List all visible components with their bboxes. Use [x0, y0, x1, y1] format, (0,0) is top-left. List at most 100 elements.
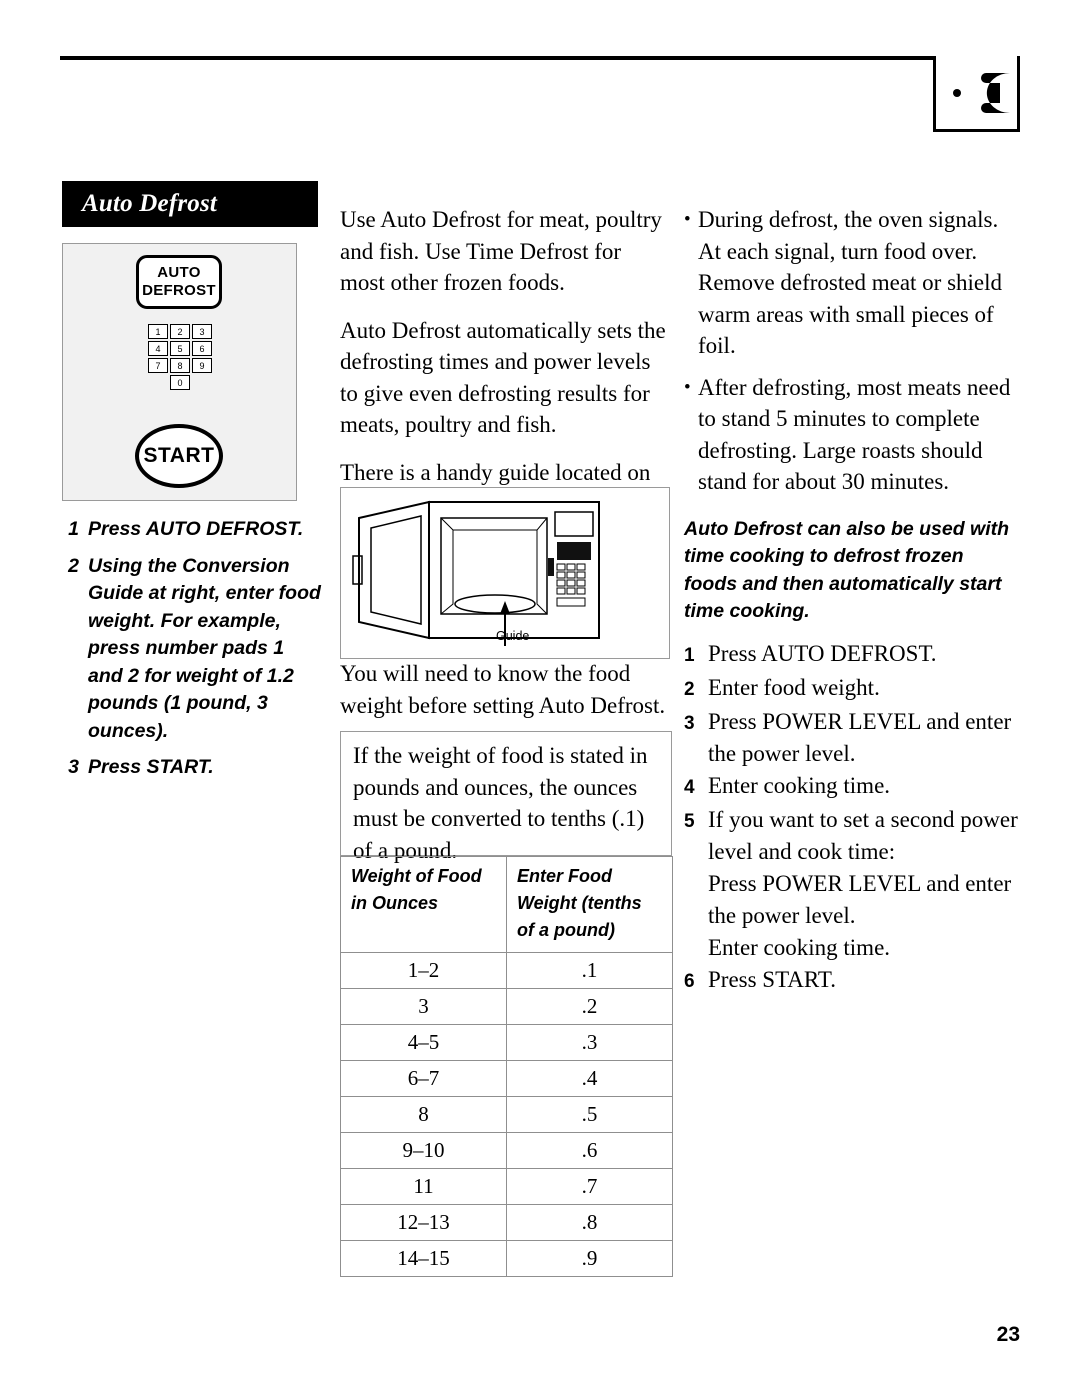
row-0-tenths: .1: [506, 952, 673, 989]
key-3[interactable]: 3: [192, 324, 212, 339]
right-step-5-number: 5: [684, 810, 695, 832]
table-row: 12–13 .8: [340, 1204, 673, 1241]
table-row: 14–15 .9: [340, 1240, 673, 1277]
row-8-ounces: 14–15: [340, 1240, 507, 1277]
row-6-ounces: 11: [340, 1168, 507, 1205]
table-row: 9–10 .6: [340, 1132, 673, 1169]
right-step-4-text: Enter cooking time.: [708, 772, 891, 798]
keypad-row: 7 8 9: [146, 358, 214, 373]
row-0-ounces: 1–2: [340, 952, 507, 989]
header-weight-line2: in Ounces: [351, 893, 439, 913]
conversion-table: Weight of Food in Ounces Enter Food Weig…: [340, 856, 673, 1277]
right-step-2-number: 2: [684, 678, 695, 700]
right-step-5-text: If you want to set a second power level …: [708, 806, 1018, 864]
page-number: 23: [996, 1323, 1020, 1346]
middle-paragraph-2: Auto Defrost automatically sets the defr…: [340, 317, 666, 438]
key-6[interactable]: 6: [192, 341, 212, 356]
right-steps-list: 1 Press AUTO DEFROST. 2 Enter food weigh…: [684, 638, 1024, 998]
left-steps-list: 1 Press AUTO DEFROST. 2 Using the Conver…: [62, 516, 322, 782]
left-step-1-number: 1: [68, 518, 79, 540]
bullet-dot-icon: •: [684, 376, 691, 398]
bullet-dot-icon: •: [684, 209, 691, 230]
right-step-1: 1 Press AUTO DEFROST.: [684, 638, 1024, 672]
right-callout: Auto Defrost can also be used with time …: [684, 517, 1010, 623]
right-step-3: 3 Press POWER LEVEL and enter the power …: [684, 706, 1024, 770]
left-step-3-number: 3: [68, 756, 79, 778]
conversion-intro-box: If the weight of food is stated in pound…: [340, 731, 672, 863]
right-step-4-number: 4: [684, 776, 695, 798]
key-4[interactable]: 4: [148, 341, 168, 356]
right-step-6-number: 6: [684, 970, 695, 992]
middle-paragraph-1: Use Auto Defrost for meat, poultry and f…: [340, 207, 662, 295]
key-1[interactable]: 1: [148, 324, 168, 339]
keypad-row: 4 5 6: [146, 341, 214, 356]
right-step-6: 6 Press START.: [684, 964, 1024, 998]
right-step-2: 2 Enter food weight.: [684, 672, 1024, 706]
section-title-text: Auto Defrost: [82, 190, 218, 217]
table-row: 6–7 .4: [340, 1060, 673, 1097]
right-step-6-text: Press START.: [708, 966, 836, 992]
right-step-4: 4 Enter cooking time.: [684, 770, 1024, 804]
auto-defrost-button-line2: DEFROST: [142, 282, 216, 299]
right-step-1-number: 1: [684, 644, 695, 666]
row-2-tenths: .3: [506, 1024, 673, 1061]
conversion-table-header-weight: Weight of Food in Ounces: [340, 856, 507, 953]
row-4-ounces: 8: [340, 1096, 507, 1133]
right-step-5a: Press POWER LEVEL and enter the power le…: [684, 868, 1024, 932]
key-2[interactable]: 2: [170, 324, 190, 339]
left-step-3-text: Press START.: [88, 756, 214, 778]
header-enter-line1: Enter Food: [517, 866, 612, 886]
key-8[interactable]: 8: [170, 358, 190, 373]
row-4-tenths: .5: [506, 1096, 673, 1133]
right-bullet-2-text: After defrosting, most meats need to sta…: [698, 374, 1011, 495]
auto-defrost-button-line1: AUTO: [157, 264, 201, 281]
key-0[interactable]: 0: [170, 375, 190, 390]
middle-after-figure-text: You will need to know the food weight be…: [340, 661, 666, 718]
key-7[interactable]: 7: [148, 358, 168, 373]
right-step-3-text: Press POWER LEVEL and enter the power le…: [708, 708, 1012, 766]
row-7-ounces: 12–13: [340, 1204, 507, 1241]
table-row: 8 .5: [340, 1096, 673, 1133]
right-bullet-1: • During defrost, the oven signals. At e…: [684, 204, 1024, 362]
row-1-ounces: 3: [340, 988, 507, 1025]
middle-column: Use Auto Defrost for meat, poultry and f…: [340, 204, 670, 536]
row-8-tenths: .9: [506, 1240, 673, 1277]
table-row: 3 .2: [340, 988, 673, 1025]
right-bullet-2: • After defrosting, most meats need to s…: [684, 372, 1024, 498]
row-2-ounces: 4–5: [340, 1024, 507, 1061]
right-step-1-text: Press AUTO DEFROST.: [708, 640, 937, 666]
left-step-2-text: Using the Conversion Guide at right, ent…: [88, 554, 321, 742]
conversion-intro-text: If the weight of food is stated in pound…: [353, 743, 648, 863]
number-keypad[interactable]: 1 2 3 4 5 6 7 8 9 0: [146, 324, 214, 392]
top-rule: [60, 56, 1020, 60]
header-weight-line1: Weight of Food: [351, 866, 482, 886]
section-title: Auto Defrost: [62, 181, 318, 227]
start-button-label: START: [143, 444, 215, 467]
oven-figure-caption: Guide: [496, 629, 530, 643]
keypad-row: 1 2 3: [146, 324, 214, 339]
header-enter-line2: Weight (tenths: [517, 893, 642, 913]
key-9[interactable]: 9: [192, 358, 212, 373]
left-step-3: 3 Press START.: [62, 754, 322, 782]
conversion-table-header-row: Weight of Food in Ounces Enter Food Weig…: [340, 856, 673, 953]
right-step-3-number: 3: [684, 712, 695, 734]
right-step-5b: Enter cooking time.: [684, 932, 1024, 964]
key-5[interactable]: 5: [170, 341, 190, 356]
row-6-tenths: .7: [506, 1168, 673, 1205]
table-row: 11 .7: [340, 1168, 673, 1205]
row-1-tenths: .2: [506, 988, 673, 1025]
right-step-2-text: Enter food weight.: [708, 674, 880, 700]
row-7-tenths: .8: [506, 1204, 673, 1241]
corner-thumb-icon: [948, 62, 1020, 120]
start-button[interactable]: START: [135, 424, 223, 488]
row-5-ounces: 9–10: [340, 1132, 507, 1169]
row-3-tenths: .4: [506, 1060, 673, 1097]
auto-defrost-button[interactable]: AUTO DEFROST: [136, 255, 222, 309]
row-5-tenths: .6: [506, 1132, 673, 1169]
conversion-table-header-enter: Enter Food Weight (tenths of a pound): [506, 856, 673, 953]
row-3-ounces: 6–7: [340, 1060, 507, 1097]
table-row: 4–5 .3: [340, 1024, 673, 1061]
middle-after-figure: You will need to know the food weight be…: [340, 658, 672, 737]
keypad-row: 0: [146, 375, 214, 390]
right-bullet-1-text: During defrost, the oven signals. At eac…: [698, 207, 1003, 358]
